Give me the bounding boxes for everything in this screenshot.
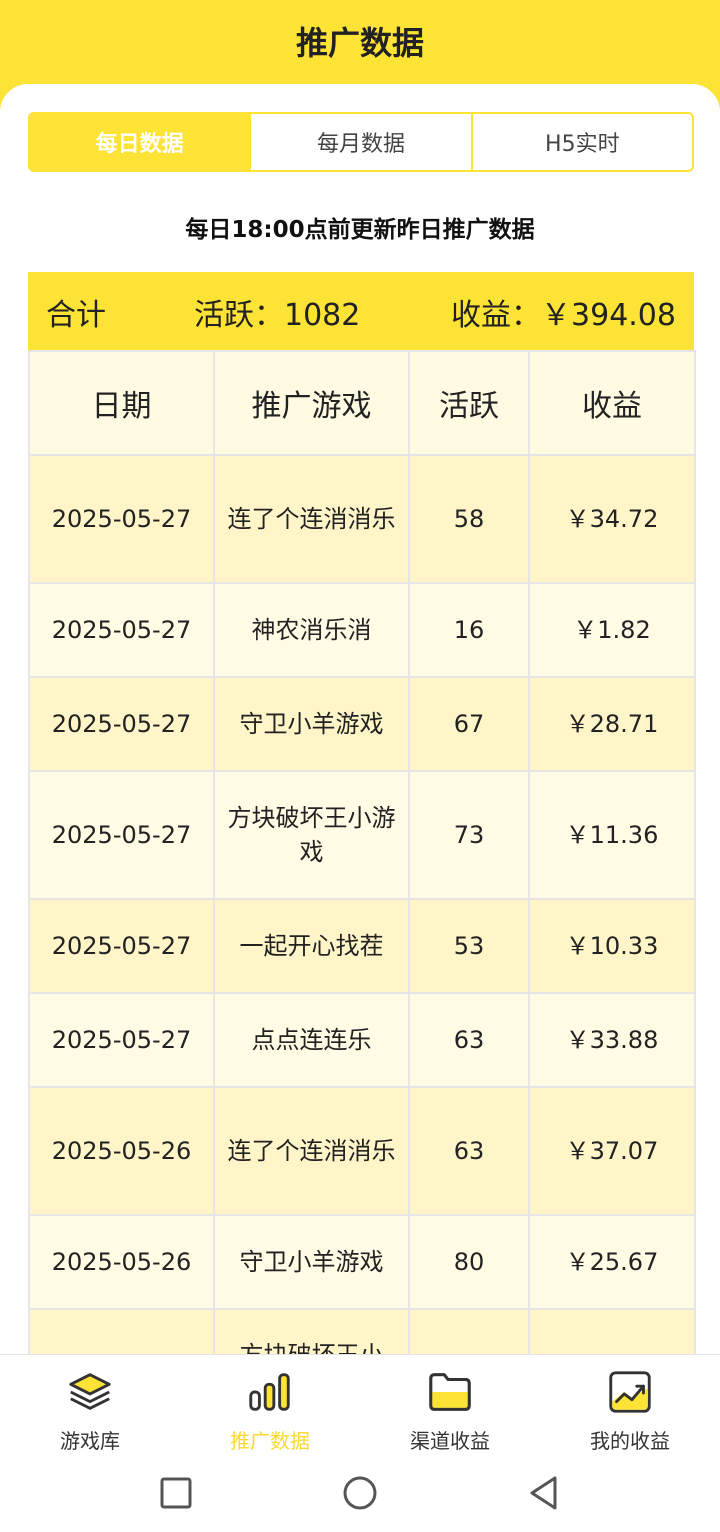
cell-active: 63 xyxy=(408,992,530,1088)
total-label: 合计 xyxy=(46,298,106,333)
square-icon xyxy=(160,1477,192,1509)
cell-active: 80 xyxy=(408,1214,530,1310)
folder-icon xyxy=(429,1373,471,1411)
column-header-active: 活跃 xyxy=(408,350,530,456)
nav-item-channel-income[interactable]: 渠道收益 xyxy=(360,1355,540,1454)
trend-chart-icon xyxy=(609,1371,651,1413)
back-button[interactable] xyxy=(514,1463,574,1523)
cell-active: 63 xyxy=(408,1086,530,1216)
column-header-game: 推广游戏 xyxy=(213,350,410,456)
nav-label: 推广数据 xyxy=(230,1429,310,1453)
cell-game: 守卫小羊游戏 xyxy=(213,1214,410,1310)
cell-date: 2025-05-27 xyxy=(28,992,215,1088)
page-title: 推广数据 xyxy=(295,24,424,62)
cell-game: 点点连连乐 xyxy=(213,992,410,1088)
table-row: 2025-05-27 连了个连消消乐 58 ￥34.72 xyxy=(28,454,696,584)
cell-date: 2025-05-27 xyxy=(28,770,215,900)
cell-active: 58 xyxy=(408,454,530,584)
nav-label: 我的收益 xyxy=(590,1429,670,1453)
nav-label: 游戏库 xyxy=(60,1429,120,1453)
cell-income: ￥25.67 xyxy=(528,1214,696,1310)
nav-item-game-library[interactable]: 游戏库 xyxy=(0,1355,180,1454)
cell-date: 2025-05-26 xyxy=(28,1214,215,1310)
table-row: 2025-05-26 连了个连消消乐 63 ￥37.07 xyxy=(28,1086,696,1216)
recent-apps-button[interactable] xyxy=(146,1463,206,1523)
column-header-date: 日期 xyxy=(28,350,215,456)
table-row: 2025-05-27 点点连连乐 63 ￥33.88 xyxy=(28,992,696,1088)
column-header-income: 收益 xyxy=(528,350,696,456)
circle-icon xyxy=(343,1476,377,1510)
cell-active: 67 xyxy=(408,676,530,772)
table-row: 2025-05-27 方块破坏王小游戏 73 ￥11.36 xyxy=(28,770,696,900)
cell-date: 2025-05-27 xyxy=(28,898,215,994)
cell-date: 2025-05-27 xyxy=(28,454,215,584)
nav-item-promotion-data[interactable]: 推广数据 xyxy=(180,1355,360,1454)
cell-game: 一起开心找茬 xyxy=(213,898,410,994)
nav-label: 渠道收益 xyxy=(410,1429,490,1453)
update-notice: 每日18:00点前更新昨日推广数据 xyxy=(185,217,535,243)
tab-h5-realtime[interactable]: H5实时 xyxy=(473,114,692,170)
layers-icon xyxy=(69,1373,111,1410)
bottom-nav: 游戏库 推广数据 渠道收益 我的收益 xyxy=(0,1354,720,1454)
table-row: 2025-05-27 一起开心找茬 53 ￥10.33 xyxy=(28,898,696,994)
home-button[interactable] xyxy=(330,1463,390,1523)
nav-item-my-income[interactable]: 我的收益 xyxy=(540,1355,720,1454)
table-header-row: 日期 推广游戏 活跃 收益 xyxy=(28,350,696,456)
bar-chart-icon xyxy=(249,1373,290,1411)
system-navigation-bar xyxy=(0,1454,720,1532)
cell-date: 2025-05-27 xyxy=(28,676,215,772)
table-row: 2025-05-27 守卫小羊游戏 67 ￥28.71 xyxy=(28,676,696,772)
daily-data-table: 日期 推广游戏 活跃 收益 2025-05-27 连了个连消消乐 58 ￥34.… xyxy=(28,350,696,1364)
table-row: 2025-05-27 神农消乐消 16 ￥1.82 xyxy=(28,582,696,678)
cell-date: 2025-05-26 xyxy=(28,1086,215,1216)
cell-game: 方块破坏王小游戏 xyxy=(213,770,410,900)
cell-date: 2025-05-27 xyxy=(28,582,215,678)
content-card: 每日数据 每月数据 H5实时 每日18:00点前更新昨日推广数据 合计 活跃：1… xyxy=(0,84,720,1364)
cell-income: ￥34.72 xyxy=(528,454,696,584)
tab-bar: 每日数据 每月数据 H5实时 xyxy=(28,112,694,172)
tab-daily-data[interactable]: 每日数据 xyxy=(30,114,252,170)
cell-game: 守卫小羊游戏 xyxy=(213,676,410,772)
cell-income: ￥1.82 xyxy=(528,582,696,678)
total-summary-bar: 合计 活跃：1082 收益：￥394.08 xyxy=(28,272,694,352)
cell-game: 连了个连消消乐 xyxy=(213,1086,410,1216)
total-active: 活跃：1082 xyxy=(194,298,361,333)
tab-monthly-data[interactable]: 每月数据 xyxy=(251,114,473,170)
cell-active: 73 xyxy=(408,770,530,900)
cell-income: ￥37.07 xyxy=(528,1086,696,1216)
cell-income: ￥10.33 xyxy=(528,898,696,994)
cell-income: ￥33.88 xyxy=(528,992,696,1088)
cell-income: ￥11.36 xyxy=(528,770,696,900)
cell-income: ￥28.71 xyxy=(528,676,696,772)
table-row: 2025-05-26 守卫小羊游戏 80 ￥25.67 xyxy=(28,1214,696,1310)
back-triangle-icon xyxy=(530,1476,557,1510)
cell-active: 53 xyxy=(408,898,530,994)
cell-game: 连了个连消消乐 xyxy=(213,454,410,584)
total-income: 收益：￥394.08 xyxy=(451,298,676,333)
cell-active: 16 xyxy=(408,582,530,678)
cell-game: 神农消乐消 xyxy=(213,582,410,678)
